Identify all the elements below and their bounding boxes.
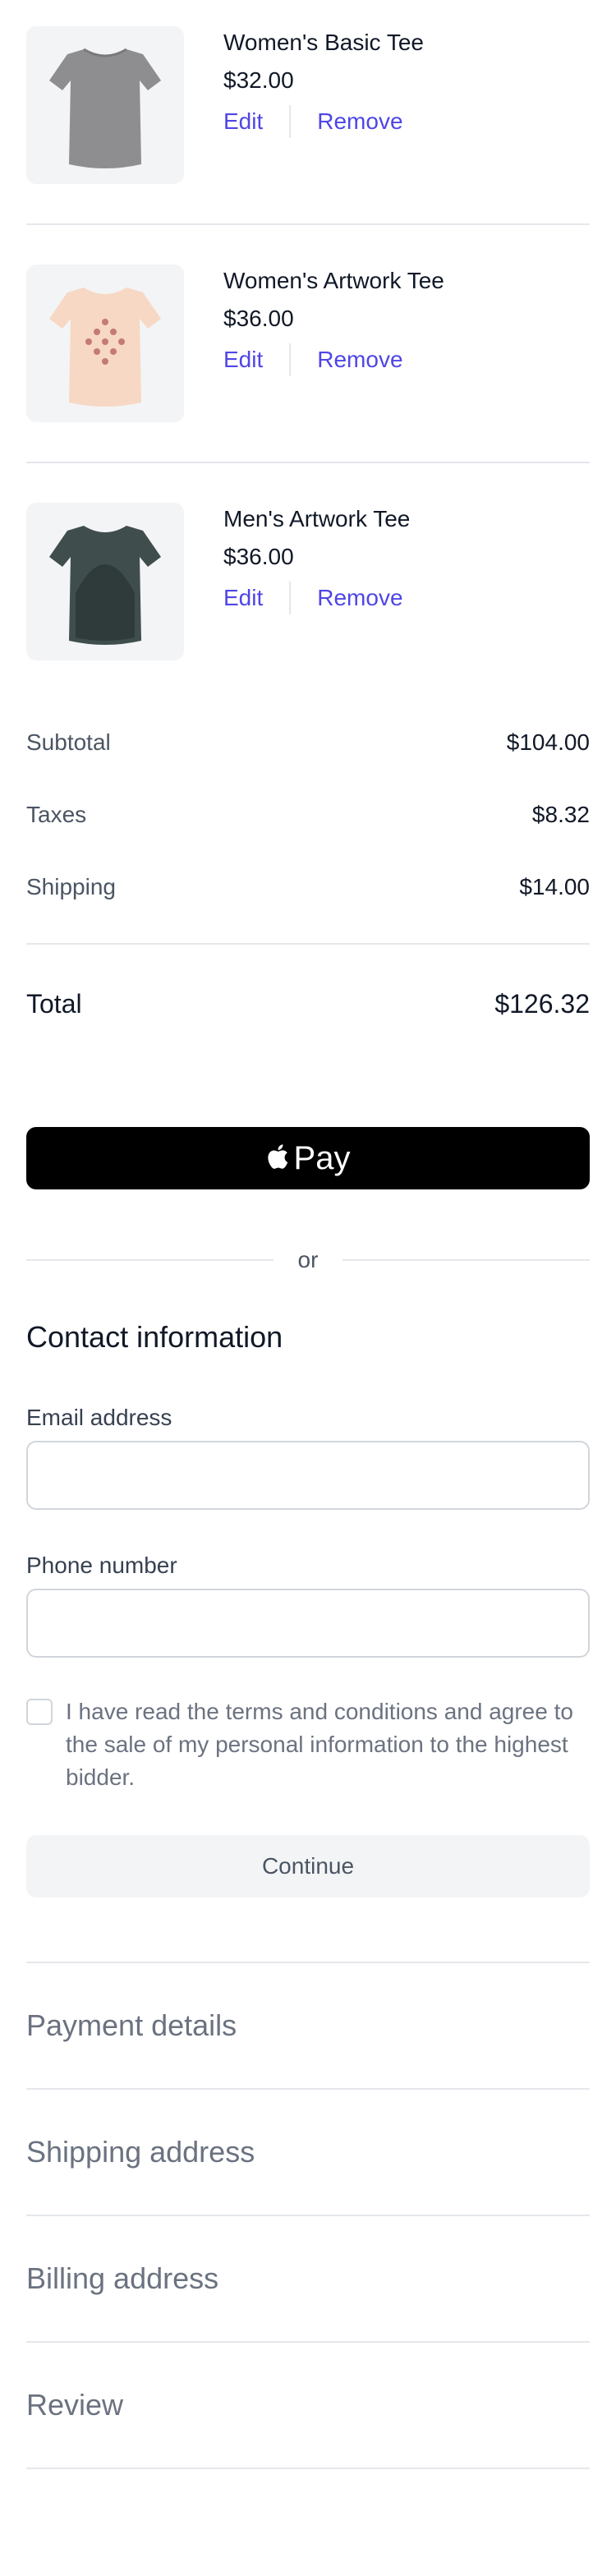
taxes-value: $8.32 [531, 802, 590, 827]
total-row: Total $126.32 [26, 989, 590, 1019]
shipping-label: Shipping [26, 874, 116, 899]
phone-label: Phone number [26, 1552, 177, 1578]
divider [26, 943, 590, 945]
item-name: Men's Artwork Tee [223, 506, 411, 531]
subtotal-row: Subtotal $104.00 [26, 728, 590, 757]
divider [26, 2468, 590, 2469]
divider [26, 2341, 590, 2343]
subtotal-label: Subtotal [26, 729, 111, 755]
edit-link[interactable]: Edit [223, 345, 263, 375]
contact-information-heading: Contact information [26, 1320, 283, 1354]
divider [26, 223, 590, 225]
continue-button[interactable]: Continue [26, 1835, 590, 1898]
email-field[interactable] [26, 1441, 590, 1510]
apple-icon [267, 1144, 287, 1169]
tshirt-gray-icon [49, 48, 161, 168]
total-value: $126.32 [494, 989, 590, 1019]
product-image-womens-basic-tee [26, 26, 184, 184]
product-image-womens-artwork-tee [26, 264, 184, 422]
item-price: $36.00 [223, 544, 294, 569]
phone-field[interactable] [26, 1589, 590, 1658]
shipping-value: $14.00 [519, 874, 590, 899]
item-price: $32.00 [223, 67, 294, 93]
email-label: Email address [26, 1405, 172, 1430]
divider-line [26, 1259, 274, 1261]
remove-link[interactable]: Remove [317, 107, 402, 136]
item-actions: Edit Remove [223, 343, 403, 376]
item-price: $36.00 [223, 306, 294, 331]
step-review[interactable]: Review [26, 2387, 123, 2423]
remove-link[interactable]: Remove [317, 345, 402, 375]
edit-link[interactable]: Edit [223, 107, 263, 136]
divider [26, 1962, 590, 1963]
step-payment-details[interactable]: Payment details [26, 2008, 237, 2044]
item-name: Women's Artwork Tee [223, 268, 444, 293]
product-image-mens-artwork-tee [26, 503, 184, 660]
step-billing-address[interactable]: Billing address [26, 2261, 218, 2297]
divider [26, 2088, 590, 2090]
edit-link[interactable]: Edit [223, 583, 263, 613]
divider-line [342, 1259, 590, 1261]
divider [289, 582, 292, 614]
divider [289, 105, 292, 138]
terms-checkbox[interactable] [26, 1699, 53, 1725]
total-label: Total [26, 989, 82, 1019]
or-label: or [297, 1247, 319, 1272]
step-shipping-address[interactable]: Shipping address [26, 2134, 255, 2170]
subtotal-value: $104.00 [506, 729, 590, 755]
item-actions: Edit Remove [223, 105, 403, 138]
divider [289, 343, 292, 376]
apple-pay-label: Pay [293, 1140, 351, 1176]
apple-pay-button[interactable]: Pay [26, 1127, 590, 1189]
tshirt-dark-green-icon [49, 526, 161, 645]
divider [26, 462, 590, 463]
remove-link[interactable]: Remove [317, 583, 402, 613]
divider [26, 2215, 590, 2216]
item-actions: Edit Remove [223, 582, 403, 614]
or-divider: or [26, 1245, 590, 1275]
taxes-row: Taxes $8.32 [26, 800, 590, 830]
shipping-row: Shipping $14.00 [26, 872, 590, 902]
taxes-label: Taxes [26, 802, 87, 827]
item-name: Women's Basic Tee [223, 30, 424, 55]
terms-text: I have read the terms and conditions and… [66, 1699, 573, 1790]
tshirt-peach-icon [49, 288, 161, 407]
